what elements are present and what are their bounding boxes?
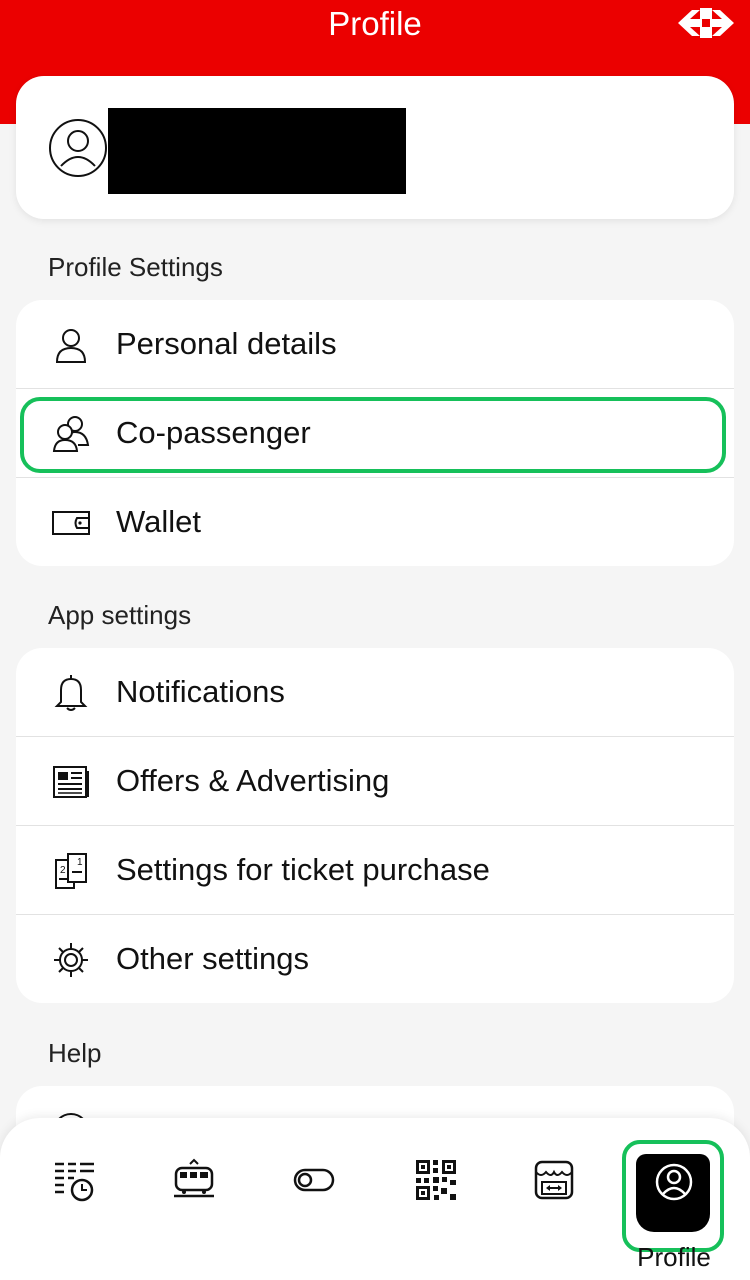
bottom-tab-bar: Profile [0,1118,750,1280]
menu-item-label: Offers & Advertising [116,763,390,798]
menu-item-label: Settings for ticket purchase [116,852,490,887]
toggle-icon [293,1168,335,1192]
section-label-app-settings: App settings [48,600,192,630]
menu-item-other-settings[interactable]: Other settings [16,915,734,1003]
menu-item-offers-advertising[interactable]: Offers & Advertising [16,737,734,826]
profile-tab-highlight [622,1140,724,1252]
menu-item-label: Personal details [116,326,337,361]
timetable-icon [55,1162,94,1202]
co-passenger-highlight [20,397,726,473]
menu-item-notifications[interactable]: Notifications [16,648,734,737]
wallet-icon [52,504,90,542]
menu-item-label: Other settings [116,941,309,976]
redacted-user-name [108,108,406,194]
svg-text:2: 2 [60,865,66,876]
app-settings-group: Notifications Offers & Advertising 2 1 S… [16,648,734,1003]
page-title: Profile [328,5,422,42]
train-icon [174,1158,214,1198]
person-icon [52,326,90,364]
newspaper-icon [52,763,90,801]
menu-item-personal-details[interactable]: Personal details [16,300,734,389]
gear-icon [52,941,90,979]
tab-shop[interactable] [532,1158,576,1202]
section-label-help: Help [48,1038,102,1068]
bell-icon [52,674,90,712]
sbb-logo-icon[interactable] [678,8,734,38]
menu-item-label: Wallet [116,504,201,539]
section-label-profile-settings: Profile Settings [48,252,223,282]
profile-card[interactable] [16,76,734,219]
tab-qr-code[interactable] [414,1158,458,1202]
tab-toggle[interactable] [292,1158,336,1202]
tab-train[interactable] [172,1158,216,1202]
tab-timetable[interactable] [52,1158,96,1202]
menu-item-wallet[interactable]: Wallet [16,478,734,566]
ticket-settings-icon: 2 1 [52,852,90,890]
menu-item-ticket-purchase-settings[interactable]: 2 1 Settings for ticket purchase [16,826,734,915]
svg-text:1: 1 [77,857,83,868]
shop-icon [534,1160,574,1200]
user-circle-icon [48,118,108,178]
menu-item-label: Notifications [116,674,285,709]
qr-code-icon [416,1160,456,1200]
tab-profile-label: Profile [637,1242,711,1272]
